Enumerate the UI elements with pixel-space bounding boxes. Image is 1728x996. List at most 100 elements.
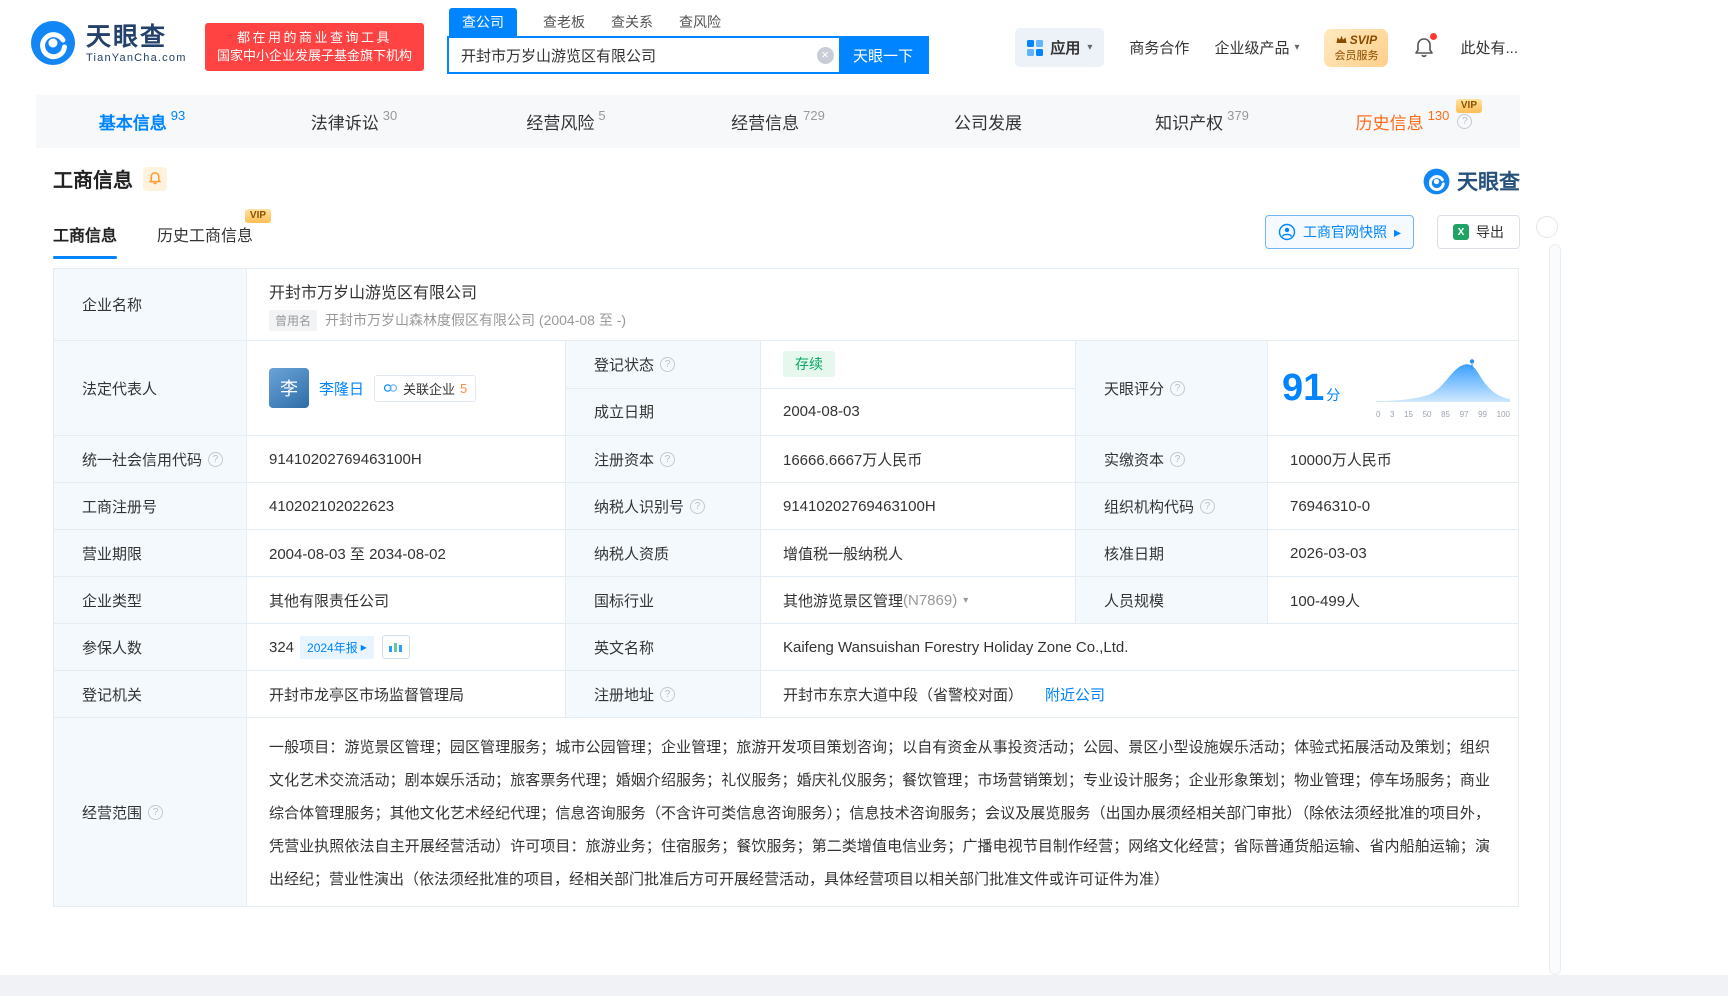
taxpayer-quality-value: 增值税一般纳税人	[761, 530, 1076, 577]
table-row: 企业类型 其他有限责任公司 国标行业 其他游览景区管理 (N7869) ▾ 人员…	[54, 577, 1518, 624]
promo-badge: 都在用的商业查询工具 国家中小企业发展子基金旗下机构	[205, 23, 425, 71]
page-title: 工商信息	[53, 170, 133, 192]
bar-chart-icon	[388, 643, 402, 652]
insured-cell: 324 2024年报 ▸	[247, 624, 566, 671]
tab-operation-risk[interactable]: 经营风险 5	[460, 95, 672, 148]
industry-label: 国标行业	[566, 577, 761, 624]
insured-value: 324	[269, 638, 295, 656]
enterprise-product-link[interactable]: 企业级产品 ▾	[1214, 37, 1299, 58]
company-name-label: 企业名称	[54, 269, 247, 341]
help-icon[interactable]: ?	[660, 356, 676, 372]
biz-cooperation-link[interactable]: 商务合作	[1129, 37, 1189, 58]
help-icon[interactable]: ?	[1457, 114, 1473, 129]
table-row: 工商注册号 410202102022623 纳税人识别号? 9141020276…	[54, 483, 1518, 530]
help-icon[interactable]: ?	[660, 451, 676, 467]
company-name-cell: 开封市万岁山游览区有限公司 曾用名 开封市万岁山森林度假区有限公司 (2004-…	[247, 269, 1518, 341]
reg-capital-value: 16666.6667万人民币	[761, 436, 1076, 483]
export-button[interactable]: X 导出	[1437, 215, 1520, 249]
promo-line2: 国家中小企业发展子基金旗下机构	[217, 48, 413, 63]
top-header: 天眼查 TianYanCha.com 都在用的商业查询工具 国家中小企业发展子基…	[0, 0, 1728, 95]
search-input[interactable]	[449, 38, 811, 72]
annual-report-chip[interactable]: 2024年报 ▸	[300, 635, 374, 659]
staff-size-value: 100-499人	[1268, 577, 1518, 624]
help-icon[interactable]: ?	[208, 451, 224, 467]
search-button[interactable]: 天眼一下	[839, 38, 927, 72]
user-menu[interactable]: 此处有...	[1460, 37, 1518, 58]
table-row: 登记机关 开封市龙亭区市场监督管理局 注册地址? 开封市东京大道中段（省警校对面…	[54, 671, 1518, 718]
address-value: 开封市东京大道中段（省警校对面）	[783, 686, 1024, 704]
svip-member-button[interactable]: SVIP 会员服务	[1324, 28, 1389, 67]
bottom-divider	[0, 975, 1728, 996]
search-tab-company[interactable]: 查公司	[449, 8, 517, 36]
reg-capital-label: 注册资本?	[566, 436, 761, 483]
help-icon[interactable]: ?	[660, 686, 676, 702]
establish-date-value: 2004-08-03	[761, 388, 1076, 436]
table-row: 企业名称 开封市万岁山游览区有限公司 曾用名 开封市万岁山森林度假区有限公司 (…	[54, 269, 1518, 341]
score-pair: 天眼评分 ? 91 分 0 3 15 50 85 97 99 100	[1076, 341, 1518, 436]
chevron-down-icon: ▾	[1294, 42, 1300, 53]
industry-code: (N7869)	[903, 591, 958, 609]
floating-side-button[interactable]	[1536, 216, 1558, 238]
search-tab-risk[interactable]: 查风险	[679, 8, 721, 36]
status-tag: 存续	[783, 351, 835, 378]
excel-icon: X	[1453, 224, 1469, 240]
nearby-companies-link[interactable]: 附近公司	[1045, 684, 1105, 705]
side-scrollbar[interactable]	[1549, 244, 1561, 975]
help-icon[interactable]: ?	[1170, 380, 1186, 396]
help-icon[interactable]: ?	[148, 804, 164, 820]
help-icon[interactable]: ?	[690, 498, 706, 514]
tianyancha-logo-icon	[31, 21, 75, 65]
former-name: 开封市万岁山森林度假区有限公司 (2004-08 至 -)	[325, 312, 627, 328]
clear-search-icon[interactable]: ×	[811, 38, 839, 72]
subtab-business-info[interactable]: 工商信息	[53, 222, 118, 259]
tab-history-info[interactable]: VIP 历史信息 130 ?	[1308, 95, 1520, 148]
address-label: 注册地址?	[566, 671, 761, 718]
reg-no-value: 410202102022623	[247, 483, 566, 530]
logo-domain: TianYanCha.com	[86, 51, 187, 64]
paid-capital-label: 实缴资本?	[1076, 436, 1268, 483]
staff-size-label: 人员规模	[1076, 577, 1268, 624]
tab-operation-info[interactable]: 经营信息 729	[672, 95, 884, 148]
legal-rep-cell: 李 李隆日 关联企业 5	[247, 341, 566, 436]
paid-capital-value: 10000万人民币	[1268, 436, 1518, 483]
tianyancha-logo-icon	[1423, 168, 1450, 194]
tab-company-development[interactable]: 公司发展	[884, 95, 1096, 148]
english-name-label: 英文名称	[566, 624, 761, 671]
reg-status-cell: 存续	[761, 341, 1076, 389]
credit-code-label: 统一社会信用代码?	[54, 436, 247, 483]
chevron-down-icon[interactable]: ▾	[963, 595, 968, 606]
legal-rep-link[interactable]: 李隆日	[319, 378, 364, 399]
help-icon[interactable]: ?	[1200, 498, 1216, 514]
taxpayer-no-value: 91410202769463100H	[761, 483, 1076, 530]
authority-value: 开封市龙亭区市场监督管理局	[247, 671, 566, 718]
industry-value: 其他游览景区管理	[783, 592, 904, 610]
score-label: 天眼评分 ?	[1076, 341, 1268, 436]
apps-button[interactable]: 应用 ▾	[1015, 28, 1105, 67]
authority-label: 登记机关	[54, 671, 247, 718]
related-companies-badge[interactable]: 关联企业 5	[374, 374, 477, 402]
search-area: 查公司 查老板 查关系 查风险 × 天眼一下	[447, 8, 929, 74]
tab-basic-info[interactable]: 基本信息 93	[36, 95, 248, 148]
legal-rep-avatar[interactable]: 李	[269, 368, 309, 408]
search-box: × 天眼一下	[447, 36, 929, 74]
search-tab-boss[interactable]: 查老板	[543, 8, 585, 36]
subscribe-bell-icon[interactable]	[143, 166, 167, 191]
search-tab-relation[interactable]: 查关系	[611, 8, 653, 36]
notification-dot	[1430, 32, 1438, 40]
company-type-value: 其他有限责任公司	[247, 577, 566, 624]
tab-intellectual-property[interactable]: 知识产权 379	[1096, 95, 1308, 148]
score-unit: 分	[1326, 386, 1341, 403]
official-snapshot-button[interactable]: 工商官网快照 ▸	[1265, 215, 1415, 249]
approve-date-label: 核准日期	[1076, 530, 1268, 577]
brand-name: 天眼查	[1457, 171, 1520, 194]
vip-badge: VIP	[244, 209, 272, 223]
insured-trend-chart-button[interactable]	[381, 635, 410, 659]
tab-legal-litigation[interactable]: 法律诉讼 30	[248, 95, 460, 148]
taxpayer-no-label: 纳税人识别号?	[566, 483, 761, 530]
help-icon[interactable]: ?	[1170, 451, 1186, 467]
notification-bell-icon[interactable]	[1413, 32, 1438, 60]
reg-no-label: 工商注册号	[54, 483, 247, 530]
org-code-label: 组织机构代码?	[1076, 483, 1268, 530]
tianyancha-logo[interactable]: 天眼查 TianYanCha.com	[30, 20, 187, 66]
subtab-history-business-info[interactable]: 历史工商信息 VIP	[157, 209, 272, 250]
